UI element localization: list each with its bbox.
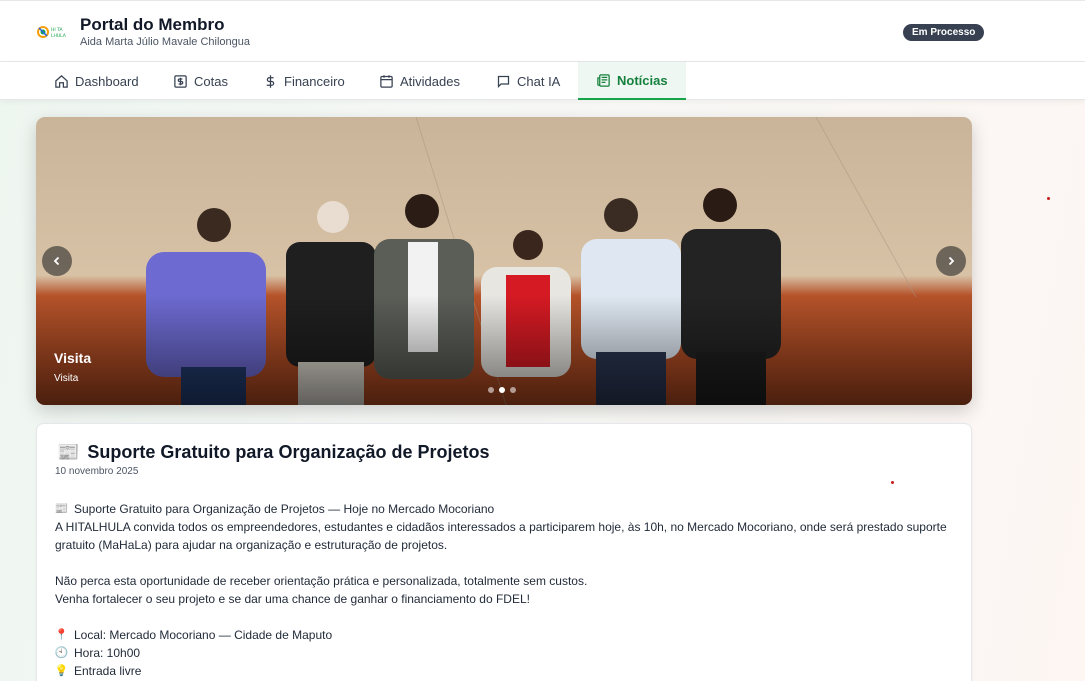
app-header: HI TA LHULA Portal do Membro Aida Marta …	[0, 0, 1085, 62]
news-line-text: Venha fortalecer o seu projeto e se dar …	[55, 592, 530, 606]
news-spacer	[55, 608, 955, 626]
svg-text:HI TA: HI TA	[51, 27, 64, 33]
news-line-text: Hora: 10h00	[74, 646, 141, 660]
chevron-left-icon	[53, 256, 60, 266]
news-title: 📰 Suporte Gratuito para Organização de P…	[57, 442, 490, 463]
newspaper-emoji-icon: 📰	[57, 442, 80, 462]
chat-icon	[497, 75, 510, 88]
newspaper-icon	[597, 73, 610, 87]
tab-cotas[interactable]: Cotas	[173, 62, 228, 100]
tab-dashboard[interactable]: Dashboard	[54, 62, 139, 100]
tab-label: Chat IA	[517, 73, 561, 89]
tab-label: Notícias	[617, 72, 668, 88]
news-line-text: gratuito (MaHaLa) para ajudar na organiz…	[55, 538, 448, 552]
news-card: 📰 Suporte Gratuito para Organização de P…	[36, 423, 972, 681]
news-line-text: A HITALHULA convida todos os empreendedo…	[55, 520, 947, 534]
home-icon	[55, 74, 68, 88]
calendar-icon	[380, 74, 393, 88]
carousel-dot[interactable]	[510, 387, 516, 393]
news-line: Venha fortalecer o seu projeto e se dar …	[55, 590, 955, 608]
tab-chat-ia[interactable]: Chat IA	[496, 62, 560, 100]
decorative-dot	[1047, 197, 1050, 200]
news-date: 10 novembro 2025	[55, 466, 139, 477]
carousel-dot[interactable]	[488, 387, 494, 393]
news-body: 📰 Suporte Gratuito para Organização de Pr…	[55, 500, 955, 680]
carousel-next-button[interactable]	[936, 246, 966, 276]
tab-label: Financeiro	[284, 73, 345, 89]
tab-financeiro[interactable]: Financeiro	[263, 62, 345, 100]
newspaper-emoji-icon: 📰	[54, 503, 69, 515]
news-line: 📍 Local: Mercado Mocoriano — Cidade de Ma…	[55, 626, 955, 644]
chevron-right-icon	[948, 256, 955, 266]
lightbulb-icon: 💡	[54, 665, 69, 677]
news-line-text: Entrada livre	[74, 664, 142, 678]
hitalhula-logo[interactable]: HI TA LHULA	[37, 23, 71, 41]
news-line-text: Local: Mercado Mocoriano — Cidade de Map…	[74, 628, 333, 642]
news-line: 🕙 Hora: 10h00	[55, 644, 955, 662]
news-line-text: Não perca esta oportunidade de receber o…	[55, 574, 588, 588]
pin-icon: 📍	[54, 629, 69, 641]
news-line: Não perca esta oportunidade de receber o…	[55, 572, 955, 590]
svg-text:LHULA: LHULA	[51, 33, 67, 39]
carousel-dot-active[interactable]	[499, 387, 505, 393]
news-spacer	[55, 554, 955, 572]
status-badge: Em Processo	[903, 24, 985, 41]
main-nav: Dashboard Cotas Financeiro Atividades Ch…	[0, 62, 1085, 100]
tab-atividades[interactable]: Atividades	[379, 62, 460, 100]
slide-caption: Visita	[54, 373, 79, 384]
tab-label: Dashboard	[75, 73, 139, 89]
news-line: A HITALHULA convida todos os empreendedo…	[55, 518, 955, 536]
news-line: 📰 Suporte Gratuito para Organização de Pr…	[55, 500, 955, 518]
carousel-prev-button[interactable]	[42, 246, 72, 276]
news-line: gratuito (MaHaLa) para ajudar na organiz…	[55, 536, 955, 554]
user-name: Aida Marta Júlio Mavale Chilongua	[80, 36, 250, 48]
news-title-text: Suporte Gratuito para Organização de Pro…	[87, 442, 490, 462]
tab-label: Cotas	[194, 73, 228, 89]
dollar-square-icon	[174, 74, 187, 88]
clock-icon: 🕙	[54, 647, 69, 659]
news-line: 💡 Entrada livre	[55, 662, 955, 680]
news-line-text: Suporte Gratuito para Organização de Pro…	[74, 502, 495, 516]
tab-label: Atividades	[400, 73, 460, 89]
decorative-dot	[891, 481, 894, 484]
slide-title: Visita	[54, 350, 92, 366]
carousel-dots	[488, 387, 516, 393]
app-title: Portal do Membro	[80, 15, 225, 34]
dollar-icon	[266, 74, 275, 88]
news-carousel: Visita Visita	[36, 117, 972, 405]
tab-noticias[interactable]: Notícias	[578, 62, 686, 100]
